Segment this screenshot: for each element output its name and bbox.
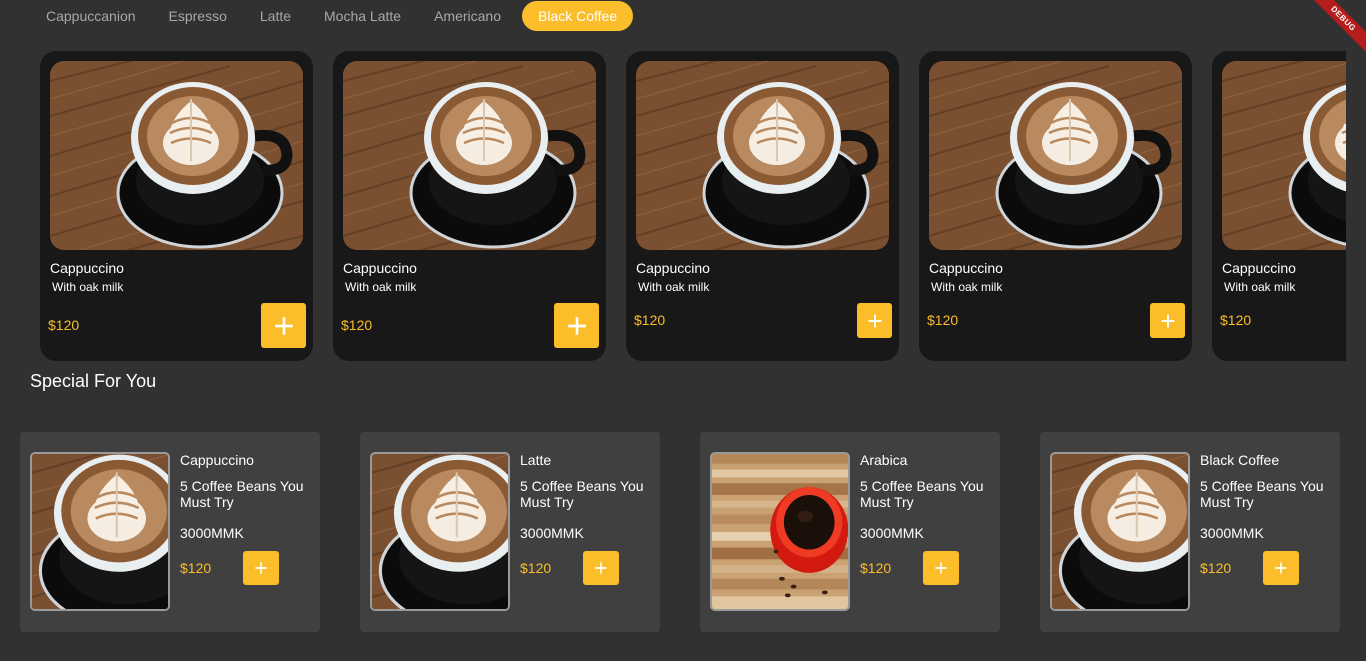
product-subtitle: With oak milk — [345, 280, 417, 294]
add-to-cart-button[interactable] — [261, 303, 306, 348]
special-price: $120 — [860, 560, 892, 576]
product-subtitle: With oak milk — [638, 280, 710, 294]
special-image — [30, 452, 170, 611]
product-card[interactable]: Cappuccino With oak milk $120 — [919, 51, 1192, 361]
product-subtitle: With oak milk — [52, 280, 124, 294]
special-description: 5 Coffee Beans You Must Try — [180, 478, 304, 510]
add-to-cart-button[interactable] — [1150, 303, 1185, 338]
plus-icon — [1274, 561, 1288, 575]
special-image — [710, 452, 850, 611]
tab-mocha-latte[interactable]: Mocha Latte — [312, 1, 413, 31]
product-name: Cappuccino — [50, 260, 124, 276]
product-card[interactable]: Cappuccino With oak milk $120 — [1212, 51, 1346, 361]
special-amount: 3000MMK — [520, 525, 584, 541]
special-name: Latte — [520, 452, 552, 468]
special-card[interactable]: Arabica 5 Coffee Beans You Must Try 3000… — [700, 432, 1000, 632]
tab-black-coffee[interactable]: Black Coffee — [522, 1, 634, 31]
tab-americano[interactable]: Americano — [422, 1, 513, 31]
special-card[interactable]: Latte 5 Coffee Beans You Must Try 3000MM… — [360, 432, 660, 632]
plus-icon — [934, 561, 948, 575]
tab-espresso[interactable]: Espresso — [157, 1, 239, 31]
special-amount: 3000MMK — [180, 525, 244, 541]
add-to-cart-button[interactable] — [857, 303, 892, 338]
debug-banner: DEBUG — [1306, 0, 1366, 56]
add-to-cart-button[interactable] — [554, 303, 599, 348]
product-image — [636, 61, 889, 250]
special-description: 5 Coffee Beans You Must Try — [1200, 478, 1324, 510]
special-price: $120 — [180, 560, 212, 576]
special-card[interactable]: Black Coffee 5 Coffee Beans You Must Try… — [1040, 432, 1340, 632]
product-image — [929, 61, 1182, 250]
special-description: 5 Coffee Beans You Must Try — [860, 478, 984, 510]
special-description: 5 Coffee Beans You Must Try — [520, 478, 644, 510]
special-price: $120 — [520, 560, 552, 576]
plus-icon — [1160, 313, 1176, 329]
product-name: Cappuccino — [343, 260, 417, 276]
product-price: $120 — [48, 317, 80, 333]
product-price: $120 — [927, 312, 959, 328]
product-image — [343, 61, 596, 250]
product-carousel[interactable]: Cappuccino With oak milk $120 Cappuccino… — [0, 51, 1346, 361]
special-price: $120 — [1200, 560, 1232, 576]
product-image — [1222, 61, 1346, 250]
product-subtitle: With oak milk — [931, 280, 1003, 294]
plus-icon — [566, 315, 588, 337]
product-image — [50, 61, 303, 250]
product-price: $120 — [341, 317, 373, 333]
special-amount: 3000MMK — [1200, 525, 1264, 541]
special-name: Cappuccino — [180, 452, 254, 468]
tab-cappuccanion[interactable]: Cappuccanion — [34, 1, 148, 31]
add-to-cart-button[interactable] — [1263, 551, 1299, 585]
plus-icon — [594, 561, 608, 575]
special-card[interactable]: Cappuccino 5 Coffee Beans You Must Try 3… — [20, 432, 320, 632]
product-name: Cappuccino — [929, 260, 1003, 276]
plus-icon — [867, 313, 883, 329]
section-title: Special For You — [30, 371, 157, 391]
product-name: Cappuccino — [1222, 260, 1296, 276]
category-tabs: Cappuccanion Espresso Latte Mocha Latte … — [34, 1, 642, 31]
product-card[interactable]: Cappuccino With oak milk $120 — [40, 51, 313, 361]
add-to-cart-button[interactable] — [243, 551, 279, 585]
product-name: Cappuccino — [636, 260, 710, 276]
special-name: Black Coffee — [1200, 452, 1280, 468]
product-card[interactable]: Cappuccino With oak milk $120 — [626, 51, 899, 361]
add-to-cart-button[interactable] — [583, 551, 619, 585]
product-price: $120 — [634, 312, 666, 328]
special-amount: 3000MMK — [860, 525, 924, 541]
plus-icon — [254, 561, 268, 575]
product-card[interactable]: Cappuccino With oak milk $120 — [333, 51, 606, 361]
special-name: Arabica — [860, 452, 908, 468]
product-price: $120 — [1220, 312, 1252, 328]
tab-latte[interactable]: Latte — [248, 1, 303, 31]
special-image — [370, 452, 510, 611]
plus-icon — [273, 315, 295, 337]
product-subtitle: With oak milk — [1224, 280, 1296, 294]
special-image — [1050, 452, 1190, 611]
add-to-cart-button[interactable] — [923, 551, 959, 585]
